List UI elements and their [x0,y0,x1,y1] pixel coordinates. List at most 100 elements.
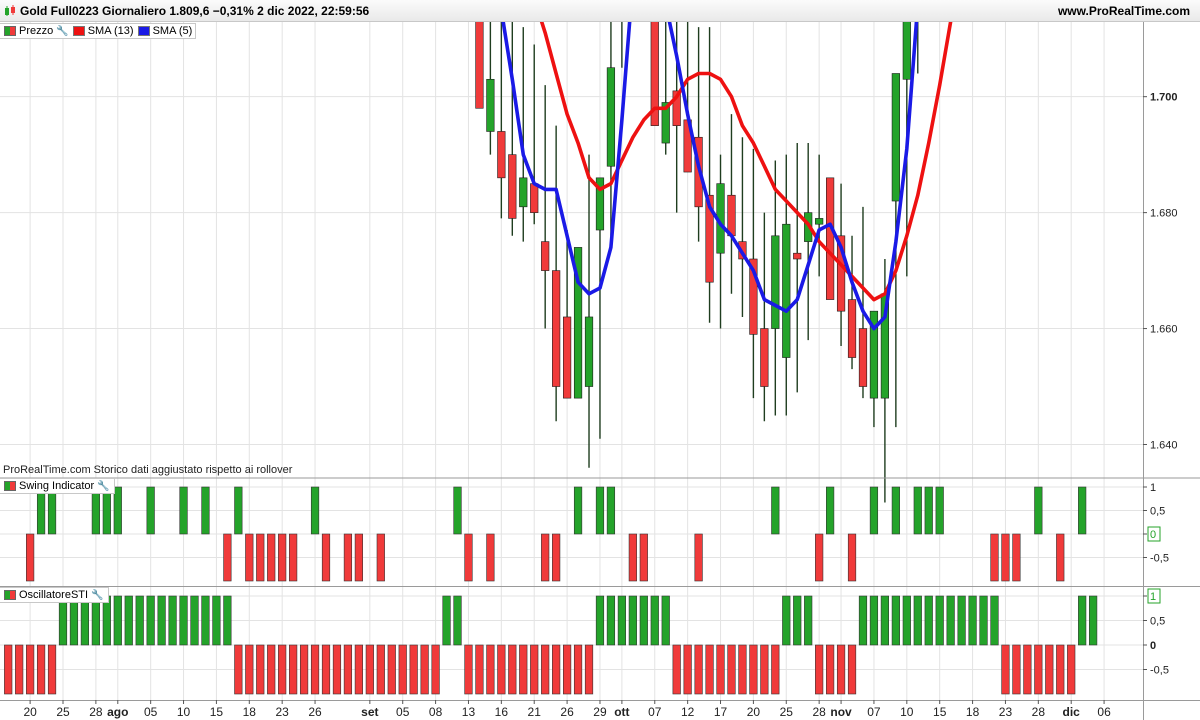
x-tick-label: 08 [429,705,443,719]
positive-bar [135,595,144,646]
swing-swatch-icon [4,481,16,491]
y-tick-label: 1 [1150,482,1156,494]
positive-bar [36,486,46,535]
chart-canvas[interactable]: 1.6401.6601.6801.7001.7201.7401.7601.780… [0,0,1200,720]
negative-bar [398,644,407,695]
positive-bar [91,595,100,646]
negative-bar [1034,644,1043,695]
site-link[interactable]: www.ProRealTime.com [1058,4,1190,18]
candle [541,85,550,329]
legend-item-price[interactable]: Prezzo 🔧 [4,25,69,37]
price-chart[interactable] [4,0,1107,503]
positive-bar [595,595,605,646]
positive-bar [69,595,79,646]
positive-bar [179,595,188,646]
positive-bar [442,595,451,646]
positive-bar [113,595,122,646]
negative-bar [683,644,692,695]
positive-bar [979,595,988,646]
negative-bar [431,644,440,695]
positive-bar [935,486,944,535]
negative-bar [1067,644,1076,695]
candle [672,0,681,213]
negative-bar [299,644,309,695]
positive-bar [157,595,166,646]
positive-bar [661,595,670,646]
grid-layer [0,22,1143,700]
positive-bar [968,595,977,646]
positive-bar [924,486,933,535]
negative-bar [376,644,385,695]
negative-bar [530,644,539,695]
positive-bar [606,595,616,646]
positive-bar [212,595,221,646]
positive-bar [179,486,188,535]
osc-panel-title[interactable]: OscillatoreSTI 🔧 [0,587,109,603]
positive-bar [913,486,922,535]
candle [727,114,736,294]
negative-bar [289,644,298,695]
candle [771,160,780,416]
negative-bar [705,644,714,695]
positive-bar [782,595,791,646]
candle-body [847,299,857,358]
positive-bar [146,595,155,646]
negative-bar [15,644,24,695]
negative-bar [628,533,637,582]
positive-bar [573,486,583,535]
x-tick-label: 07 [867,705,881,719]
x-tick-label: 21 [528,705,542,719]
negative-bar [497,644,506,695]
positive-bar [793,595,802,646]
negative-bar [278,533,287,582]
x-tick-label: 15 [933,705,947,719]
negative-bar [267,644,276,695]
x-tick-label: 15 [210,705,224,719]
negative-bar [738,644,747,695]
negative-bar [343,644,353,695]
positive-bar [902,595,911,646]
candle [847,235,857,370]
positive-bar [1034,486,1043,535]
window-titlebar: Gold Full0223 Giornaliero 1.809,6 −0,31%… [0,0,1200,22]
legend-item-sma13[interactable]: SMA (13) [72,25,134,37]
positive-bar [771,486,780,535]
positive-bar [891,486,900,535]
legend-item-sma5[interactable]: SMA (5) [137,25,192,37]
positive-bar [1078,595,1087,646]
candle-body [760,328,769,387]
candle-body [562,316,572,399]
negative-bar [387,644,396,695]
wrench-icon[interactable]: 🔧 [97,481,109,492]
swing-panel-title[interactable]: Swing Indicator 🔧 [0,478,115,494]
candle-body [782,223,791,358]
wrench-icon[interactable]: 🔧 [56,26,68,37]
y-tick-label: 1.680 [1150,208,1178,220]
negative-bar [1023,644,1032,695]
positive-bar [804,595,813,646]
negative-bar [541,644,550,695]
candle-body [497,131,506,179]
positive-bar [80,595,90,646]
negative-bar [245,533,254,582]
x-tick-label: 25 [56,705,70,719]
wrench-icon[interactable]: 🔧 [91,590,103,601]
positive-bar [310,486,320,535]
x-tick-label: 06 [1097,705,1111,719]
y-tick-label: 0 [1150,640,1156,652]
x-tick-label: 26 [308,705,322,719]
rollover-footnote: ProRealTime.com Storico dati aggiustato … [3,464,293,476]
indicator-value-badge: 0 [1150,529,1156,541]
positive-bar [595,486,605,535]
positive-bar [924,595,933,646]
positive-bar [58,595,68,646]
negative-bar [475,644,484,695]
x-tick-label: 28 [812,705,826,719]
negative-bar [486,533,495,582]
positive-bar [639,595,648,646]
swing-indicator-panel[interactable] [26,486,1087,582]
negative-bar [552,644,561,695]
y-tick-label: 1.640 [1150,440,1178,452]
x-tick-label: 29 [593,705,607,719]
y-tick-label: -0,5 [1150,665,1169,677]
